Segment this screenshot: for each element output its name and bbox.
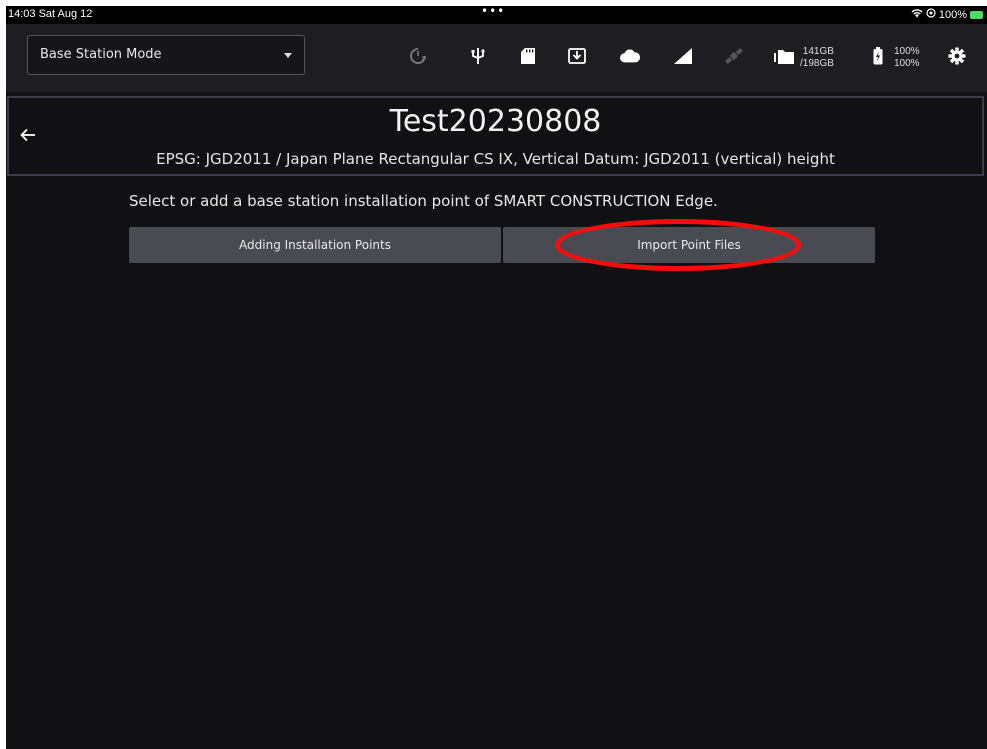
app-screen: 14:03 Sat Aug 12 ••• 100% Base Station M… bbox=[6, 6, 987, 749]
instruction-text: Select or add a base station installatio… bbox=[129, 192, 718, 210]
battery-readout: 100% 100% bbox=[894, 46, 920, 70]
battery-charging-icon bbox=[970, 10, 983, 19]
mode-select[interactable]: Base Station Mode bbox=[27, 35, 305, 75]
folder-icon[interactable] bbox=[774, 46, 794, 66]
gear-icon[interactable] bbox=[947, 46, 967, 66]
wifi-icon bbox=[911, 8, 923, 21]
coordinate-system-subtitle: EPSG: JGD2011 / Japan Plane Rectangular … bbox=[156, 150, 835, 168]
mode-select-value: Base Station Mode bbox=[40, 47, 162, 62]
refresh-timer-icon[interactable] bbox=[408, 46, 428, 66]
status-right: 100% bbox=[911, 8, 983, 21]
storage-readout: 141GB /198GB bbox=[800, 46, 834, 70]
signal-icon[interactable] bbox=[673, 46, 693, 66]
status-bar: 14:03 Sat Aug 12 ••• 100% bbox=[6, 6, 987, 24]
battery-icon[interactable] bbox=[868, 46, 888, 66]
chevron-down-icon bbox=[284, 53, 292, 58]
import-point-files-button[interactable]: Import Point Files bbox=[503, 227, 875, 263]
location-icon bbox=[926, 8, 936, 21]
page-title: Test20230808 bbox=[389, 104, 602, 139]
sd-card-icon[interactable] bbox=[518, 46, 538, 66]
multitasking-dots[interactable]: ••• bbox=[481, 6, 505, 18]
add-installation-point-button[interactable]: Adding Installation Points bbox=[129, 227, 501, 263]
battery-a: 100% bbox=[894, 46, 920, 57]
cloud-icon[interactable] bbox=[620, 46, 640, 66]
project-header: Test20230808 EPSG: JGD2011 / Japan Plane… bbox=[7, 96, 984, 176]
usb-icon[interactable] bbox=[468, 46, 488, 66]
status-time: 14:03 Sat Aug 12 bbox=[8, 8, 93, 20]
add-installation-point-label: Adding Installation Points bbox=[239, 238, 391, 252]
battery-percent: 100% bbox=[938, 8, 967, 21]
storage-used: 141GB bbox=[802, 46, 834, 57]
satellite-icon[interactable] bbox=[724, 46, 744, 66]
battery-b: 100% bbox=[894, 58, 920, 69]
storage-total: /198GB bbox=[800, 58, 834, 69]
app-toolbar: Base Station Mode 141GB /198GB 100% 100% bbox=[6, 24, 987, 92]
download-box-icon[interactable] bbox=[567, 46, 587, 66]
import-point-files-label: Import Point Files bbox=[637, 238, 741, 252]
